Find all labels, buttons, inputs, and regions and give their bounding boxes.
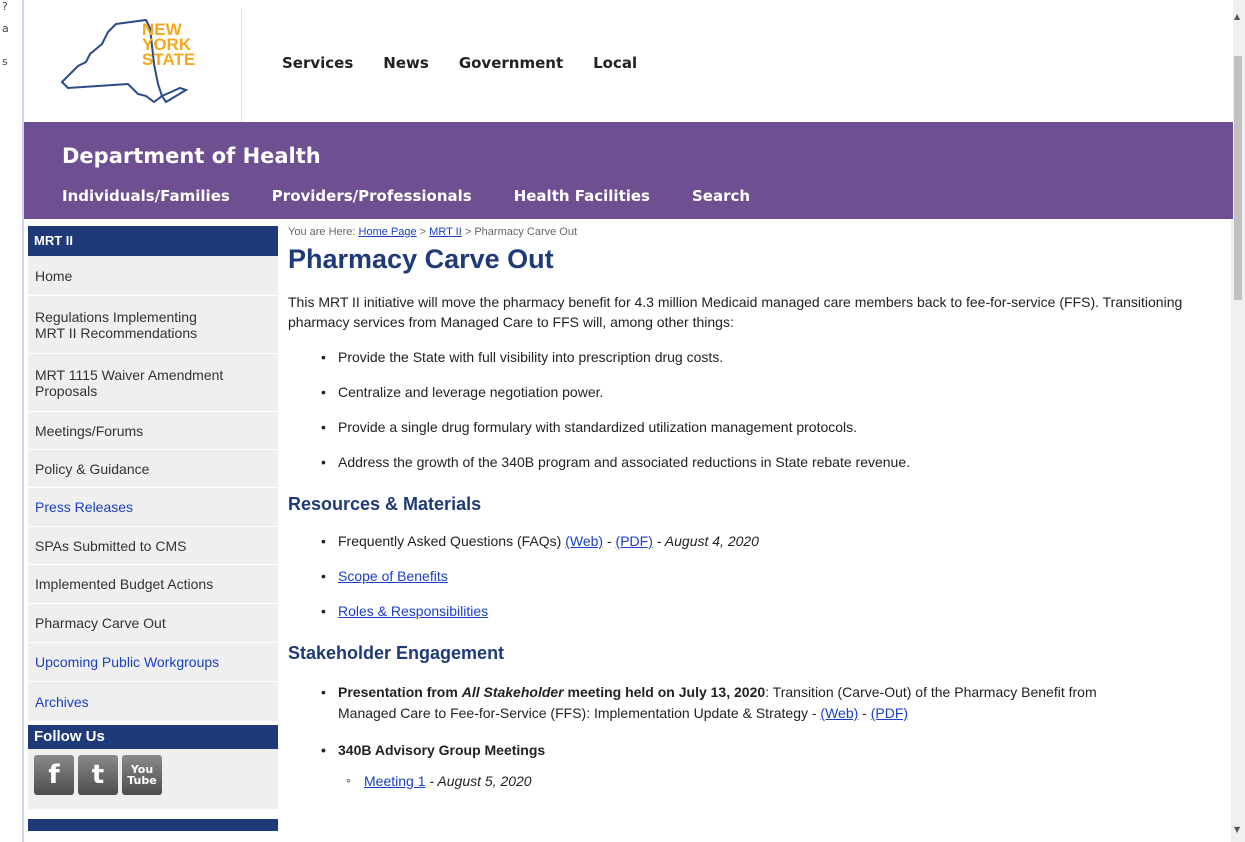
presentation-title: Presentation from [338,684,462,700]
top-nav-news[interactable]: News [383,54,429,72]
faq-date: - August 4, 2020 [652,533,759,549]
presentation-date: meeting held on July 13, 2020 [563,684,766,700]
doh-banner: Department of Health Individuals/Familie… [24,122,1233,219]
twitter-glyph: t [91,760,105,790]
top-nav: Services News Government Local [282,54,637,72]
list-item: Centralize and leverage negotiation powe… [321,384,1218,400]
department-title[interactable]: Department of Health [62,144,321,168]
sidebar-list: Home Regulations Implementing MRT II Rec… [28,256,278,722]
sidebar-item-archives[interactable]: Archives [28,682,278,722]
sidebar-item-label: Policy & Guidance [35,460,150,477]
vertical-scrollbar[interactable]: ▲ ▼ [1231,0,1245,842]
stakeholder-list: Presentation from All Stakeholder meetin… [288,682,1218,758]
link-separator: - [858,705,871,721]
sidebar-item-budget-actions[interactable]: Implemented Budget Actions [28,565,278,604]
sidebar-item-policy[interactable]: Policy & Guidance [28,450,278,488]
nav-providers-professionals[interactable]: Providers/Professionals [272,187,472,205]
youtube-glyph: You Tube [127,763,157,787]
social-links: f t You Tube [28,749,278,809]
sidebar-item-label: Upcoming Public Workgroups [35,654,220,670]
browser-edge: ? a s [0,0,24,842]
faq-label: Frequently Asked Questions (FAQs) [338,533,566,549]
nav-health-facilities[interactable]: Health Facilities [514,187,650,205]
logo-wordmark: NEW YORK STATE [142,21,196,69]
breadcrumb-mrt-link[interactable]: MRT II [429,226,462,238]
sidebar-search-header [28,819,278,831]
page-title: Pharmacy Carve Out [288,244,554,274]
presentation-item: Presentation from All Stakeholder meetin… [321,682,1158,724]
top-nav-local[interactable]: Local [593,54,637,72]
list-item: Provide the State with full visibility i… [321,349,1218,365]
list-item: Address the growth of the 340B program a… [321,454,1218,470]
presentation-title-italic: All Stakeholder [461,684,564,700]
sidebar-item-label: Regulations Implementing MRT II Recommen… [35,308,198,341]
advisory-meetings-list: Meeting 1 - August 5, 2020 [288,772,1218,789]
facebook-icon[interactable]: f [34,755,74,795]
nav-individuals-families[interactable]: Individuals/Families [62,187,230,205]
sidebar-item-press-releases[interactable]: Press Releases [28,488,278,527]
stakeholder-heading: Stakeholder Engagement [288,643,505,663]
sidebar-item-label: SPAs Submitted to CMS [35,537,187,554]
sidebar-item-label: Pharmacy Carve Out [35,615,166,631]
faq-web-link[interactable]: (Web) [565,533,603,549]
sidebar: MRT II Home Regulations Implementing MRT… [28,226,278,842]
resources-list: Frequently Asked Questions (FAQs) (Web) … [288,533,1218,619]
sidebar-item-regulations[interactable]: Regulations Implementing MRT II Recommen… [28,296,278,354]
logo-line: STATE [142,50,196,69]
breadcrumb-separator: > [416,226,430,238]
sidebar-item-spas[interactable]: SPAs Submitted to CMS [28,527,278,565]
faq-pdf-link[interactable]: (PDF) [616,533,653,549]
goals-list: Provide the State with full visibility i… [288,349,1218,470]
roles-item: Roles & Responsibilities [321,603,1218,619]
resources-heading: Resources & Materials [288,494,482,514]
meeting-item: Meeting 1 - August 5, 2020 [346,772,1218,789]
breadcrumb-current: Pharmacy Carve Out [474,226,578,238]
follow-us-header: Follow Us [28,725,278,749]
sidebar-item-label: Implemented Budget Actions [35,576,214,592]
faq-item: Frequently Asked Questions (FAQs) (Web) … [321,533,1218,549]
scrollbar-thumb[interactable] [1234,56,1242,300]
list-item: Provide a single drug formulary with sta… [321,419,1218,435]
sidebar-header: MRT II [28,226,278,256]
main-content: You are Here: Home Page > MRT II > Pharm… [288,226,1218,789]
sidebar-item-waiver[interactable]: MRT 1115 Waiver Amendment Proposals [28,354,278,412]
sidebar-item-home[interactable]: Home [28,256,278,296]
nys-header: NEW YORK STATE Services News Government … [24,0,1233,122]
nav-search[interactable]: Search [692,187,750,205]
nys-logo[interactable]: NEW YORK STATE [24,8,242,122]
sidebar-item-label: Meetings/Forums [35,422,144,439]
edge-fragment: s [2,55,8,68]
edge-fragment: a [2,22,9,35]
scope-item: Scope of Benefits [321,568,1218,584]
presentation-web-link[interactable]: (Web) [820,705,858,721]
presentation-pdf-link[interactable]: (PDF) [871,705,908,721]
twitter-icon[interactable]: t [78,755,118,795]
facebook-glyph: f [48,760,60,790]
top-nav-government[interactable]: Government [459,54,563,72]
scroll-down-arrow-icon[interactable]: ▼ [1234,825,1240,834]
top-nav-services[interactable]: Services [282,54,353,72]
edge-fragment: ? [2,0,8,13]
breadcrumb-separator: > [461,226,475,238]
roles-responsibilities-link[interactable]: Roles & Responsibilities [338,603,488,619]
sidebar-item-label: Press Releases [35,499,134,515]
breadcrumb-home-link[interactable]: Home Page [359,226,417,238]
breadcrumb: You are Here: Home Page > MRT II > Pharm… [288,226,1218,238]
sidebar-item-label: MRT 1115 Waiver Amendment Proposals [35,366,224,399]
intro-paragraph: This MRT II initiative will move the pha… [288,294,1183,330]
scroll-up-arrow-icon[interactable]: ▲ [1234,12,1240,21]
sidebar-item-workgroups[interactable]: Upcoming Public Workgroups [28,643,278,682]
meeting-1-link[interactable]: Meeting 1 [364,773,425,789]
link-separator: - [603,533,616,549]
youtube-icon[interactable]: You Tube [122,755,162,795]
sidebar-item-pharmacy-carve-out[interactable]: Pharmacy Carve Out [28,604,278,643]
sidebar-item-meetings[interactable]: Meetings/Forums [28,412,278,450]
doh-nav: Individuals/Families Providers/Professio… [62,187,792,205]
meeting-date: - August 5, 2020 [425,773,532,789]
advisory-item: 340B Advisory Group Meetings [321,742,1158,758]
breadcrumb-prefix: You are Here: [288,226,359,238]
sidebar-item-label: Home [35,267,73,284]
sidebar-item-label: Archives [35,693,89,710]
scope-of-benefits-link[interactable]: Scope of Benefits [338,568,448,584]
